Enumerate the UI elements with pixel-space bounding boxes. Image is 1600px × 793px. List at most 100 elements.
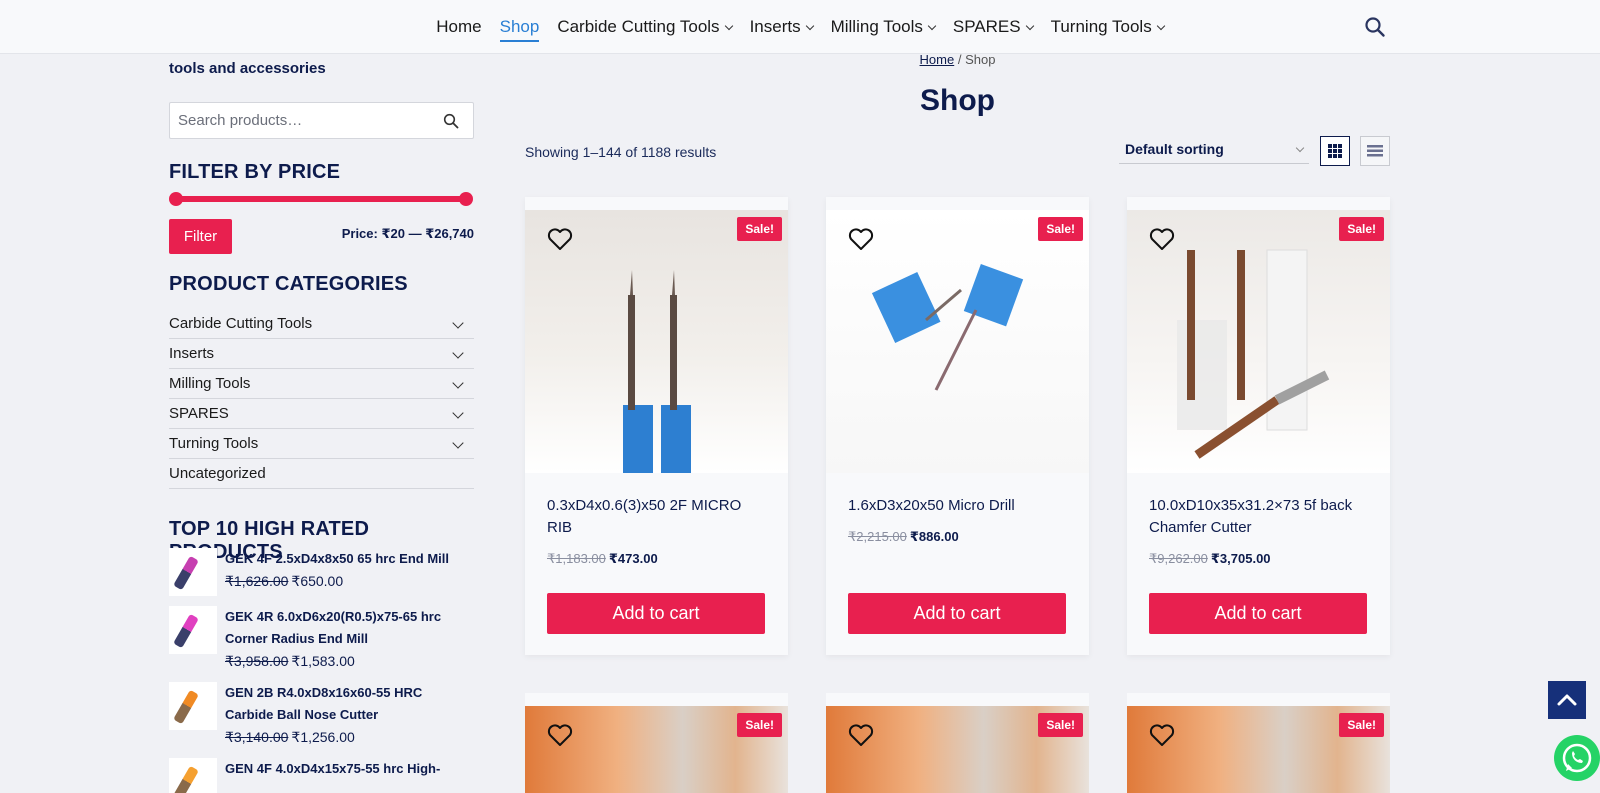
product-link[interactable]: GEN 2B R4.0xD8x16x60-55 HRC Carbide Ball… — [225, 682, 474, 726]
product-title[interactable]: 10.0xD10x35x31.2×73 5f back Chamfer Cutt… — [1149, 495, 1369, 539]
list-view-button[interactable] — [1360, 136, 1390, 166]
nav-item-home[interactable]: Home — [436, 0, 481, 54]
sale-price: ₹1,256.00 — [291, 729, 355, 745]
category-item[interactable]: Inserts — [169, 339, 474, 369]
product-price: ₹9,262.00 ₹3,705.00 — [1149, 551, 1271, 567]
old-price: ₹1,183.00 — [547, 551, 606, 566]
category-item[interactable]: SPARES — [169, 399, 474, 429]
product-title[interactable]: 1.6xD3x20x50 Micro Drill — [848, 495, 1068, 517]
product-price: ₹3,140.00 ₹1,256.00 — [225, 726, 474, 748]
product-thumbnail[interactable] — [169, 548, 217, 596]
sale-badge: Sale! — [1339, 217, 1384, 241]
heart-icon[interactable] — [848, 227, 874, 251]
nav-item-inserts[interactable]: Inserts — [750, 0, 814, 54]
sort-select[interactable]: Default sorting — [1119, 136, 1309, 164]
product-link[interactable]: GEK 4R 6.0xD6x20(R0.5)x75-65 hrc Corner … — [225, 606, 474, 650]
nav-label: Turning Tools — [1050, 17, 1152, 36]
breadcrumb-current: Shop — [965, 52, 996, 67]
filter-button[interactable]: Filter — [169, 219, 232, 254]
header: Home Shop Carbide Cutting Tools Inserts … — [0, 0, 1600, 54]
sale-badge: Sale! — [1038, 713, 1083, 737]
category-label: SPARES — [169, 405, 229, 422]
heart-icon[interactable] — [1149, 227, 1175, 251]
product-thumbnail[interactable] — [169, 758, 217, 793]
list-item: GEK 4F 2.5xD4x8x50 65 hrc End Mill ₹1,62… — [169, 548, 474, 596]
sale-price: ₹650.00 — [291, 573, 344, 589]
sale-price: ₹1,583.00 — [291, 653, 355, 669]
top-rated-list: GEK 4F 2.5xD4x8x50 65 hrc End Mill ₹1,62… — [169, 548, 474, 793]
product-price: ₹3,958.00 ₹1,583.00 — [225, 650, 474, 672]
breadcrumb-home-link[interactable]: Home — [920, 52, 955, 67]
whatsapp-icon — [1562, 743, 1592, 773]
category-label: Uncategorized — [169, 465, 266, 482]
chevron-down-icon[interactable] — [452, 316, 464, 329]
nav-item-turning-tools[interactable]: Turning Tools — [1050, 0, 1165, 54]
sale-badge: Sale! — [1038, 217, 1083, 241]
category-item[interactable]: Milling Tools — [169, 369, 474, 399]
product-card: Sale! 0.3xD4x0.6(3)x50 2F MICRO RIB ₹1,1… — [525, 197, 788, 655]
product-link[interactable]: GEK 4F 2.5xD4x8x50 65 hrc End Mill — [225, 548, 449, 570]
category-label: Carbide Cutting Tools — [169, 315, 313, 332]
product-price: ₹1,183.00 ₹473.00 — [547, 551, 658, 567]
product-thumbnail[interactable] — [169, 606, 217, 654]
whatsapp-button[interactable] — [1554, 735, 1600, 781]
heart-icon[interactable] — [547, 227, 573, 251]
old-price: ₹1,626.00 — [225, 573, 289, 589]
chevron-down-icon[interactable] — [452, 406, 464, 419]
chevron-up-icon — [1557, 694, 1577, 706]
product-title[interactable]: 0.3xD4x0.6(3)x50 2F MICRO RIB — [547, 495, 767, 539]
nav-label: SPARES — [952, 17, 1021, 36]
heart-icon[interactable] — [848, 723, 874, 747]
add-to-cart-button[interactable]: Add to cart — [848, 593, 1066, 634]
add-to-cart-button[interactable]: Add to cart — [547, 593, 765, 634]
price-max-handle[interactable] — [459, 192, 473, 206]
old-price: ₹3,958.00 — [225, 653, 289, 669]
sort-selected-value: Default sorting — [1125, 141, 1224, 157]
product-card: Sale! 1.6xD3x20x50 Micro Drill ₹2,215.00… — [826, 197, 1089, 655]
heart-icon[interactable] — [547, 723, 573, 747]
price-min-handle[interactable] — [169, 192, 183, 206]
heart-icon[interactable] — [1149, 723, 1175, 747]
chevron-down-icon — [805, 21, 814, 30]
grid-view-icon — [1328, 144, 1342, 158]
product-thumbnail[interactable] — [169, 682, 217, 730]
chevron-down-icon[interactable] — [452, 346, 464, 359]
product-price: ₹2,215.00 ₹886.00 — [848, 529, 959, 545]
search-icon[interactable] — [1364, 16, 1386, 38]
chevron-down-icon[interactable] — [452, 436, 464, 449]
nav-item-spares[interactable]: SPARES — [952, 0, 1034, 54]
product-categories-title: PRODUCT CATEGORIES — [169, 273, 408, 295]
result-count: Showing 1–144 of 1188 results — [525, 144, 717, 160]
list-view-icon — [1367, 145, 1383, 157]
chevron-down-icon — [1025, 21, 1034, 30]
category-item[interactable]: Carbide Cutting Tools — [169, 309, 474, 339]
grid-view-button[interactable] — [1320, 136, 1350, 166]
old-price: ₹2,215.00 — [848, 529, 907, 544]
category-list: Carbide Cutting Tools Inserts Milling To… — [169, 309, 474, 489]
filter-by-price-title: FILTER BY PRICE — [169, 161, 341, 183]
chevron-down-icon — [724, 21, 733, 30]
category-item[interactable]: Turning Tools — [169, 429, 474, 459]
main-nav: Home Shop Carbide Cutting Tools Inserts … — [0, 0, 1600, 54]
chevron-down-icon[interactable] — [452, 376, 464, 389]
price-range-slider[interactable] — [169, 192, 473, 206]
list-item: GEN 4F 4.0xD4x15x75-55 hrc High- — [169, 758, 474, 793]
nav-item-shop[interactable]: Shop — [499, 0, 539, 54]
sale-badge: Sale! — [737, 713, 782, 737]
sale-price: ₹473.00 — [608, 551, 658, 566]
add-to-cart-button[interactable]: Add to cart — [1149, 593, 1367, 634]
list-item: GEK 4R 6.0xD6x20(R0.5)x75-65 hrc Corner … — [169, 606, 474, 672]
product-card: Sale! 10.0xD10x35x31.2×73 5f back Chamfe… — [1127, 197, 1390, 655]
nav-item-milling-tools[interactable]: Milling Tools — [831, 0, 937, 54]
category-item[interactable]: Uncategorized — [169, 459, 474, 489]
product-price: ₹1,626.00 ₹650.00 — [225, 570, 449, 592]
nav-item-carbide-cutting-tools[interactable]: Carbide Cutting Tools — [557, 0, 733, 54]
scroll-to-top-button[interactable] — [1548, 681, 1586, 719]
nav-label: Carbide Cutting Tools — [557, 17, 720, 36]
old-price: ₹9,262.00 — [1149, 551, 1208, 566]
category-label: Inserts — [169, 345, 215, 362]
product-link[interactable]: GEN 4F 4.0xD4x15x75-55 hrc High- — [225, 758, 440, 780]
sale-badge: Sale! — [737, 217, 782, 241]
sale-badge: Sale! — [1339, 713, 1384, 737]
breadcrumb: Home / Shop — [0, 52, 1600, 67]
